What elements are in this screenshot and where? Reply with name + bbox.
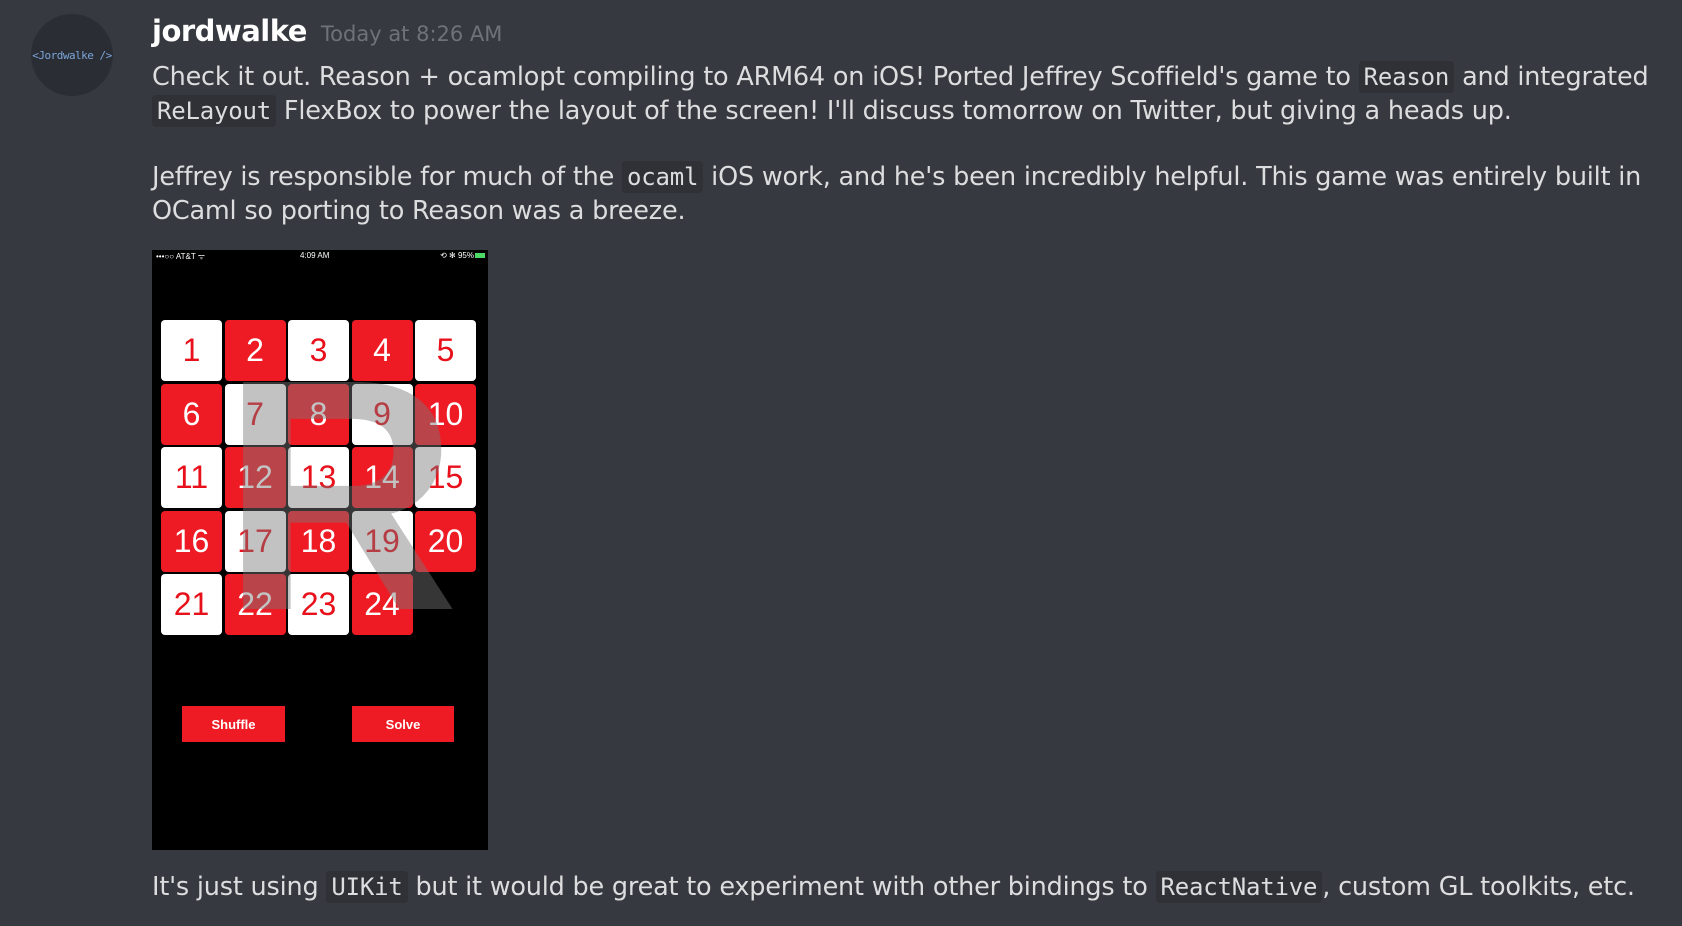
text-span: and integrated (1454, 62, 1649, 92)
carrier-signal: •••○○ AT&T ᯤ (156, 252, 206, 261)
message-paragraph-1: Check it out. Reason + ocamlopt compilin… (152, 60, 1652, 128)
puzzle-tile: 19 (351, 510, 413, 572)
puzzle-tile: 12 (224, 447, 286, 508)
text-span: , custom GL toolkits, etc. (1322, 872, 1635, 902)
puzzle-tile: 6 (161, 383, 222, 445)
puzzle-tile: 14 (351, 447, 413, 508)
puzzle-tile: 16 (161, 510, 222, 572)
puzzle-tile: 9 (351, 383, 413, 445)
text-span: Check it out. Reason + ocamlopt compilin… (152, 62, 1359, 92)
shuffle-button: Shuffle (182, 706, 285, 742)
puzzle-tile: 21 (161, 574, 222, 635)
puzzle-tile: 10 (415, 383, 476, 445)
timestamp[interactable]: Today at 8:26 AM (321, 22, 503, 46)
text-span: but it would be great to experiment with… (407, 872, 1156, 902)
text-span: FlexBox to power the layout of the scree… (276, 96, 1512, 126)
puzzle-tile: 3 (288, 320, 349, 381)
puzzle-tile: 2 (224, 320, 286, 381)
phone-clock: 4:09 AM (300, 251, 330, 260)
puzzle-tile: 11 (161, 447, 222, 508)
image-attachment[interactable]: •••○○ AT&T ᯤ 4:09 AM ⟲ ✻ 95% 24 23 22 21 20 1… (152, 250, 488, 850)
avatar[interactable]: <Jordwalke /> (31, 14, 113, 96)
chat-message: <Jordwalke /> jordwalke Today at 8:26 AM… (0, 0, 1682, 926)
solve-button: Solve (352, 706, 454, 742)
puzzle-tile: 8 (288, 383, 349, 445)
phone-status-bar: •••○○ AT&T ᯤ 4:09 AM ⟲ ✻ 95% (152, 250, 488, 262)
puzzle-tile: 1 (161, 320, 222, 381)
message-header: jordwalke Today at 8:26 AM (152, 14, 502, 48)
puzzle-grid: 24 23 22 21 20 19 18 17 16 15 14 13 12 11 10 9 8 7 6 5 4 3 2 1 … (161, 320, 481, 660)
phone-status-right: ⟲ ✻ 95% (440, 251, 474, 260)
puzzle-tile: 24 (351, 574, 413, 635)
message-paragraph-3: It's just using UIKit but it would be gr… (152, 870, 1672, 904)
puzzle-tile: 22 (224, 574, 286, 635)
puzzle-tile: 4 (351, 320, 413, 381)
inline-code-reactnative: ReactNative (1155, 871, 1323, 903)
text-span: It's just using (152, 872, 327, 902)
message-paragraph-2: Jeffrey is responsible for much of the o… (152, 160, 1652, 228)
inline-code-uikit: UIKit (326, 871, 408, 903)
text-span: Jeffrey is responsible for much of the (152, 162, 623, 192)
username[interactable]: jordwalke (152, 14, 307, 48)
puzzle-tile: 23 (288, 574, 349, 635)
puzzle-tile: 20 (415, 510, 476, 572)
puzzle-tile: 15 (415, 447, 476, 508)
puzzle-tile: 13 (288, 447, 349, 508)
puzzle-tile: 7 (224, 383, 286, 445)
message-content: Check it out. Reason + ocamlopt compilin… (152, 60, 1652, 228)
inline-code-reason: Reason (1358, 61, 1455, 93)
inline-code-ocaml: ocaml (622, 161, 704, 193)
puzzle-tile: 18 (288, 510, 349, 572)
battery-icon (475, 253, 485, 258)
puzzle-tile: 17 (224, 510, 286, 572)
puzzle-tile: 5 (415, 320, 476, 381)
inline-code-relayout: ReLayout (152, 95, 276, 127)
